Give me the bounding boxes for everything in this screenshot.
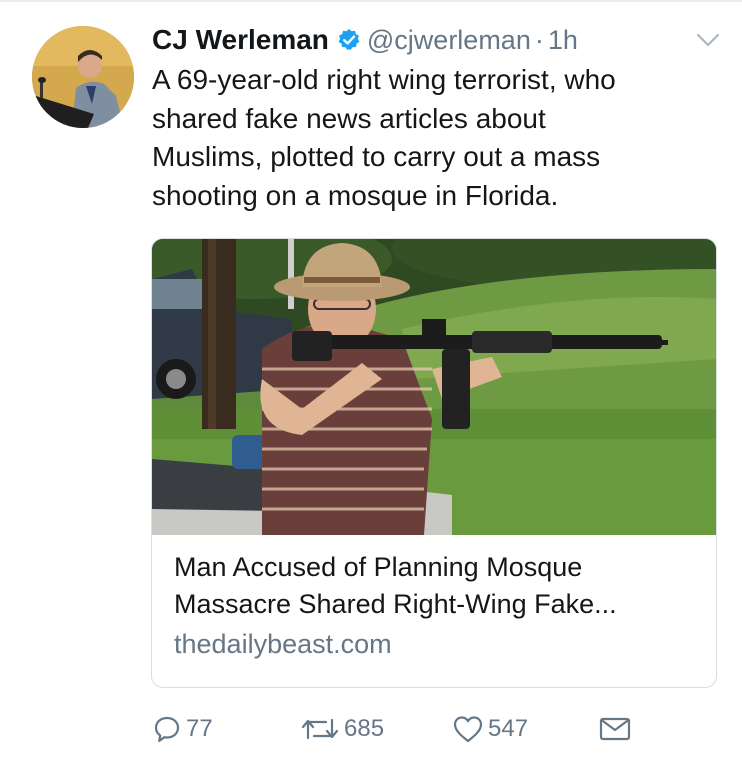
direct-message-button[interactable] [598, 712, 632, 746]
author-handle[interactable]: @cjwerleman [367, 25, 531, 56]
reply-button[interactable]: 77 [152, 712, 213, 746]
tweet-header: CJ Werleman @cjwerleman · 1h [152, 22, 578, 58]
card-domain[interactable]: thedailybeast.com [174, 629, 704, 660]
card-title[interactable]: Man Accused of Planning Mosque Massacre … [174, 549, 704, 623]
card-body[interactable]: Man Accused of Planning Mosque Massacre … [174, 549, 704, 660]
like-count: 547 [488, 715, 529, 742]
card-image[interactable] [152, 239, 716, 535]
tweet[interactable]: CJ Werleman @cjwerleman · 1h A 69-year-o… [0, 0, 742, 762]
reply-icon [154, 716, 180, 743]
author-name[interactable]: CJ Werleman [152, 24, 329, 56]
retweet-button[interactable]: 685 [300, 712, 384, 746]
tweet-actions: 77 685 547 [0, 700, 742, 760]
retweet-icon [301, 718, 339, 740]
tweet-text: A 69-year-old right wing terrorist, who … [152, 64, 616, 211]
separator-dot: · [534, 24, 544, 55]
envelope-icon [599, 717, 631, 741]
heart-icon [453, 716, 483, 743]
retweet-count: 685 [344, 715, 385, 742]
like-button[interactable]: 547 [452, 712, 528, 746]
chevron-down-icon[interactable] [694, 30, 722, 50]
timestamp[interactable]: 1h [548, 25, 578, 56]
top-divider [0, 0, 742, 2]
avatar[interactable] [32, 26, 134, 128]
verified-badge-icon [337, 28, 361, 52]
link-card[interactable]: Man Accused of Planning Mosque Massacre … [151, 238, 717, 688]
reply-count: 77 [186, 715, 213, 742]
